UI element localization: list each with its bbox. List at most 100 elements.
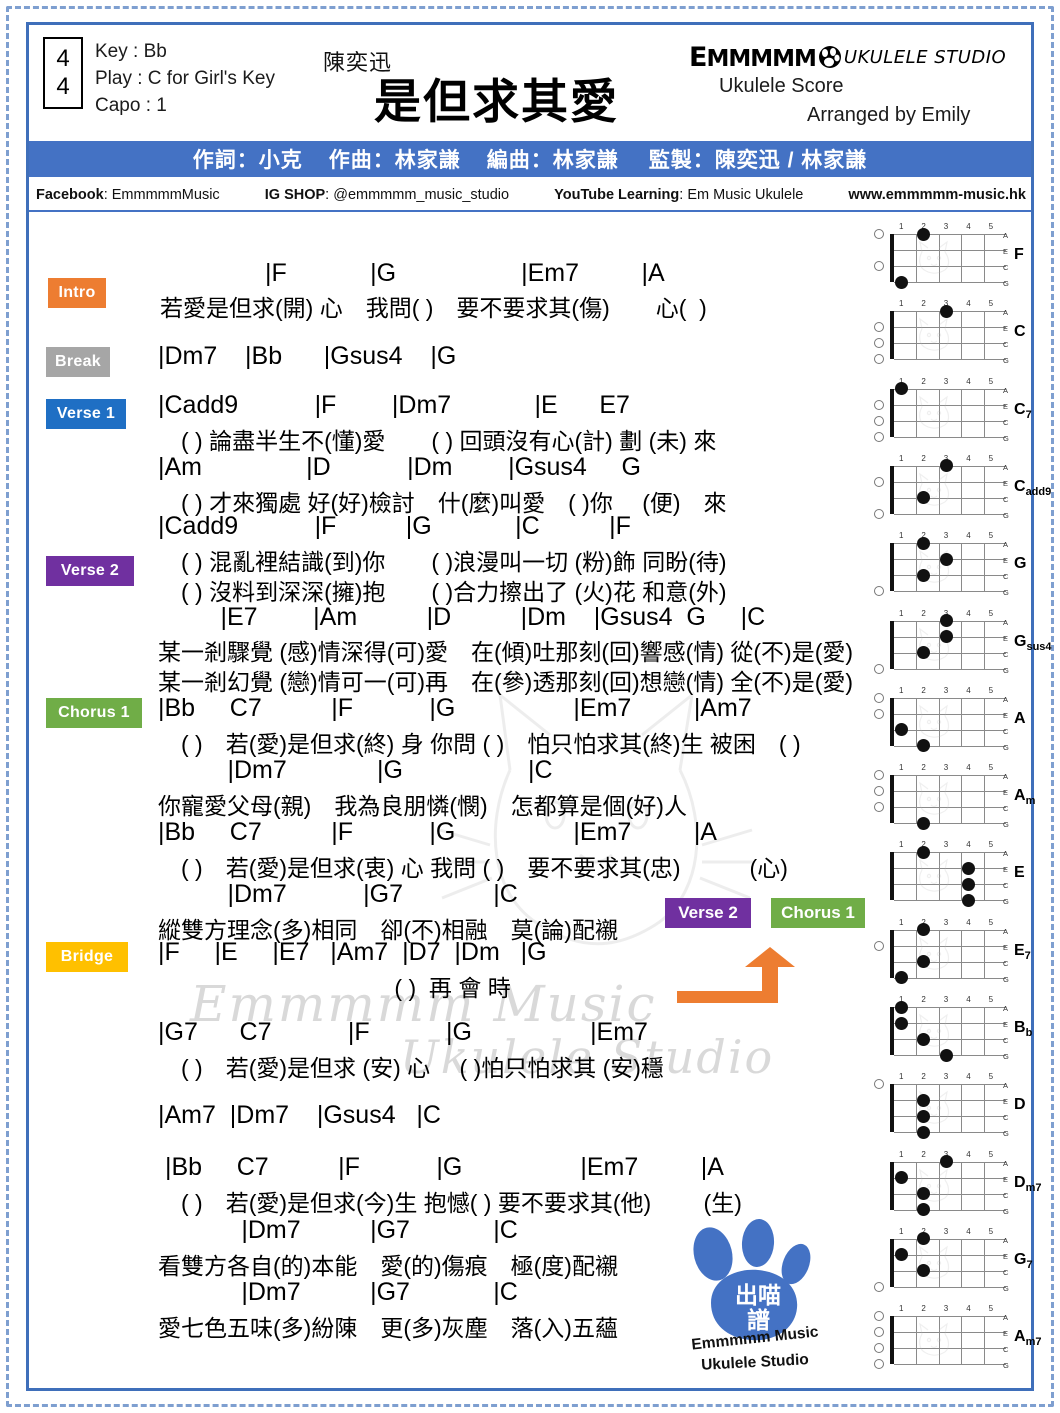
string-label: G <box>1003 588 1009 598</box>
open-string-circle <box>874 708 884 719</box>
fret-number: 1 <box>898 1149 904 1159</box>
header: 4 4 Key : Bb Play : C for Girl's Key Cap… <box>29 25 1031 140</box>
chord-name-suffix: add9 <box>1025 486 1052 499</box>
open-string-markers <box>874 1007 888 1055</box>
intro-chord-line: |F |G |Em7 |A <box>265 259 665 287</box>
outro-line2-chords: |Dm7 |G7 |C <box>158 1216 518 1244</box>
open-string-markers <box>874 621 888 674</box>
youtube-value: : Em Music Ukulele <box>679 187 804 203</box>
chord-diagram-f: 12345AECGF <box>872 222 1032 299</box>
finger-dot <box>917 739 931 753</box>
open-string-markers <box>874 311 888 365</box>
open-string-markers <box>874 852 888 900</box>
finger-dot <box>917 1203 931 1217</box>
string-label: E <box>1003 247 1009 256</box>
chord-name: Am7 <box>1014 1328 1042 1349</box>
chord-name-suffix: m7 <box>1025 1181 1042 1194</box>
string-label: G <box>1003 1052 1009 1061</box>
verse2-line3-chords: |E7 |Am |D |Dm |Gsus4 G |C <box>158 603 766 631</box>
fret-number: 1 <box>898 531 904 541</box>
diagram-cat-watermark <box>919 395 950 429</box>
string-label: G <box>1003 279 1009 288</box>
credit-composer: 作曲：林家謙 <box>328 149 461 172</box>
key-line: Key : Bb <box>95 41 167 62</box>
fret-number: 3 <box>943 1304 949 1314</box>
open-string-markers <box>874 1239 888 1292</box>
open-string-markers <box>874 930 888 978</box>
outro-line1-lyrics: ( ) 若(愛)是但求(今)生 抱憾( ) 要不要求其(他) (生) <box>158 1190 742 1216</box>
fret-number: 4 <box>966 222 971 231</box>
fret-number: 4 <box>966 1072 971 1082</box>
string-label: A <box>1003 772 1009 782</box>
bridge-lyric-line: ( ) 再 會 時 <box>158 975 511 1001</box>
diagram-cat-watermark <box>919 858 950 893</box>
chorus1-line2-lyrics: 你寵愛父母(親) 我為良朋憐(憫) 怎都算是個(好)人 <box>158 793 687 819</box>
chord-name: Bb <box>1014 1019 1033 1040</box>
outro-line3-chords: |Dm7 |G7 |C <box>158 1278 518 1306</box>
open-string-circle <box>874 476 884 487</box>
chord-name: C <box>1014 323 1026 341</box>
open-string-circle <box>874 415 884 426</box>
header-divider <box>29 210 1031 212</box>
fret-number: 4 <box>966 608 971 618</box>
fret-number: 4 <box>966 1304 971 1314</box>
credit-producer: 監製：陳奕迅 / 林家謙 <box>648 149 868 172</box>
facebook-link[interactable]: Facebook: EmmmmmMusic <box>36 187 220 203</box>
youtube-link[interactable]: YouTube Learning: Em Music Ukulele <box>554 187 803 203</box>
finger-dot <box>939 1048 953 1062</box>
play-line: Play : C for Girl's Key <box>95 68 275 89</box>
string-label: G <box>1003 665 1009 675</box>
chord-diagram-e: 12345AECGE <box>872 840 1032 917</box>
fret-number: 5 <box>988 376 994 386</box>
bridge-chord-line: |F |E |E7 |Am7 |D7 |Dm |G <box>158 938 547 966</box>
chord-name: E <box>1014 864 1025 882</box>
finger-dot <box>894 971 908 985</box>
chord-name-suffix: 7 <box>1026 1259 1033 1272</box>
string-label: E <box>1003 788 1009 798</box>
diagram-cat-watermark <box>919 317 950 352</box>
fret-number: 5 <box>988 299 994 309</box>
open-string-circle <box>874 229 884 239</box>
finger-dot <box>894 1016 908 1030</box>
section-tag-intro: Intro <box>48 278 106 308</box>
fret-number: 5 <box>988 1226 994 1236</box>
nav-box-chorus1[interactable]: Chorus 1 <box>771 898 865 928</box>
nav-box-verse2[interactable]: Verse 2 <box>665 898 751 928</box>
intro-lyric-line: 若愛是但求(開) 心 我問( ) 要不要求其(傷) 心( ) <box>160 295 707 321</box>
instagram-link[interactable]: IG SHOP: @emmmmm_music_studio <box>265 187 509 203</box>
open-string-circle <box>874 586 884 597</box>
open-string-markers <box>874 1079 888 1132</box>
chord-name: G7 <box>1014 1250 1033 1272</box>
outro-line1-chords: |Bb C7 |F |G |Em7 |A <box>158 1153 724 1181</box>
string-label: A <box>1003 385 1009 395</box>
string-label: C <box>1003 1267 1009 1277</box>
chorus1-line3-lyrics: ( ) 若(愛)是但求(衷) 心 我問 ( ) 要不要求其(忠) (心) <box>158 855 788 881</box>
chord-diagram-cadd9: 1 2 3 4 5 A E C G Cadd9 <box>872 454 1051 531</box>
fret-number: 5 <box>988 917 994 927</box>
fret-numbers: 12345 <box>890 222 1002 234</box>
fret-number: 2 <box>921 299 926 309</box>
chord-diagram-dm7: 1 2 3 4 5 A E C G Dm7 <box>872 1149 1041 1227</box>
finger-dot <box>917 568 931 582</box>
fret-number: 1 <box>898 1226 904 1236</box>
chord-name-suffix: 7 <box>1025 408 1032 421</box>
string-label: A <box>1003 926 1009 936</box>
fret-number: 4 <box>966 685 971 695</box>
chord-name: Gsus4 <box>1014 632 1052 653</box>
brand-studio-text: UKULELE STUDIO <box>843 46 1007 68</box>
string-label: C <box>1003 881 1009 891</box>
chord-diagram-g7: 1 2 3 4 5 A E C G G7 <box>872 1226 1033 1304</box>
string-label: E <box>1003 865 1009 875</box>
website-link[interactable]: www.emmmmm-music.hk <box>848 187 1026 203</box>
chord-diagram-c7: 1 2 3 4 5 A E C G C7 <box>872 377 1032 454</box>
string-label: G <box>1003 1129 1009 1139</box>
fret-number: 2 <box>921 995 926 1004</box>
string-label: E <box>1003 1329 1009 1339</box>
finger-dot <box>894 275 908 289</box>
diagram-cat-watermark <box>919 1168 950 1202</box>
fret-number: 3 <box>943 840 949 850</box>
chord-diagram-bb: 1 2 3 4 5 A E C G Bb <box>872 995 1032 1072</box>
chord-name: D <box>1014 1096 1026 1114</box>
bridge2-chord-line: |G7 C7 |F |G |Em7 <box>158 1018 648 1046</box>
finger-dot <box>894 1000 908 1014</box>
